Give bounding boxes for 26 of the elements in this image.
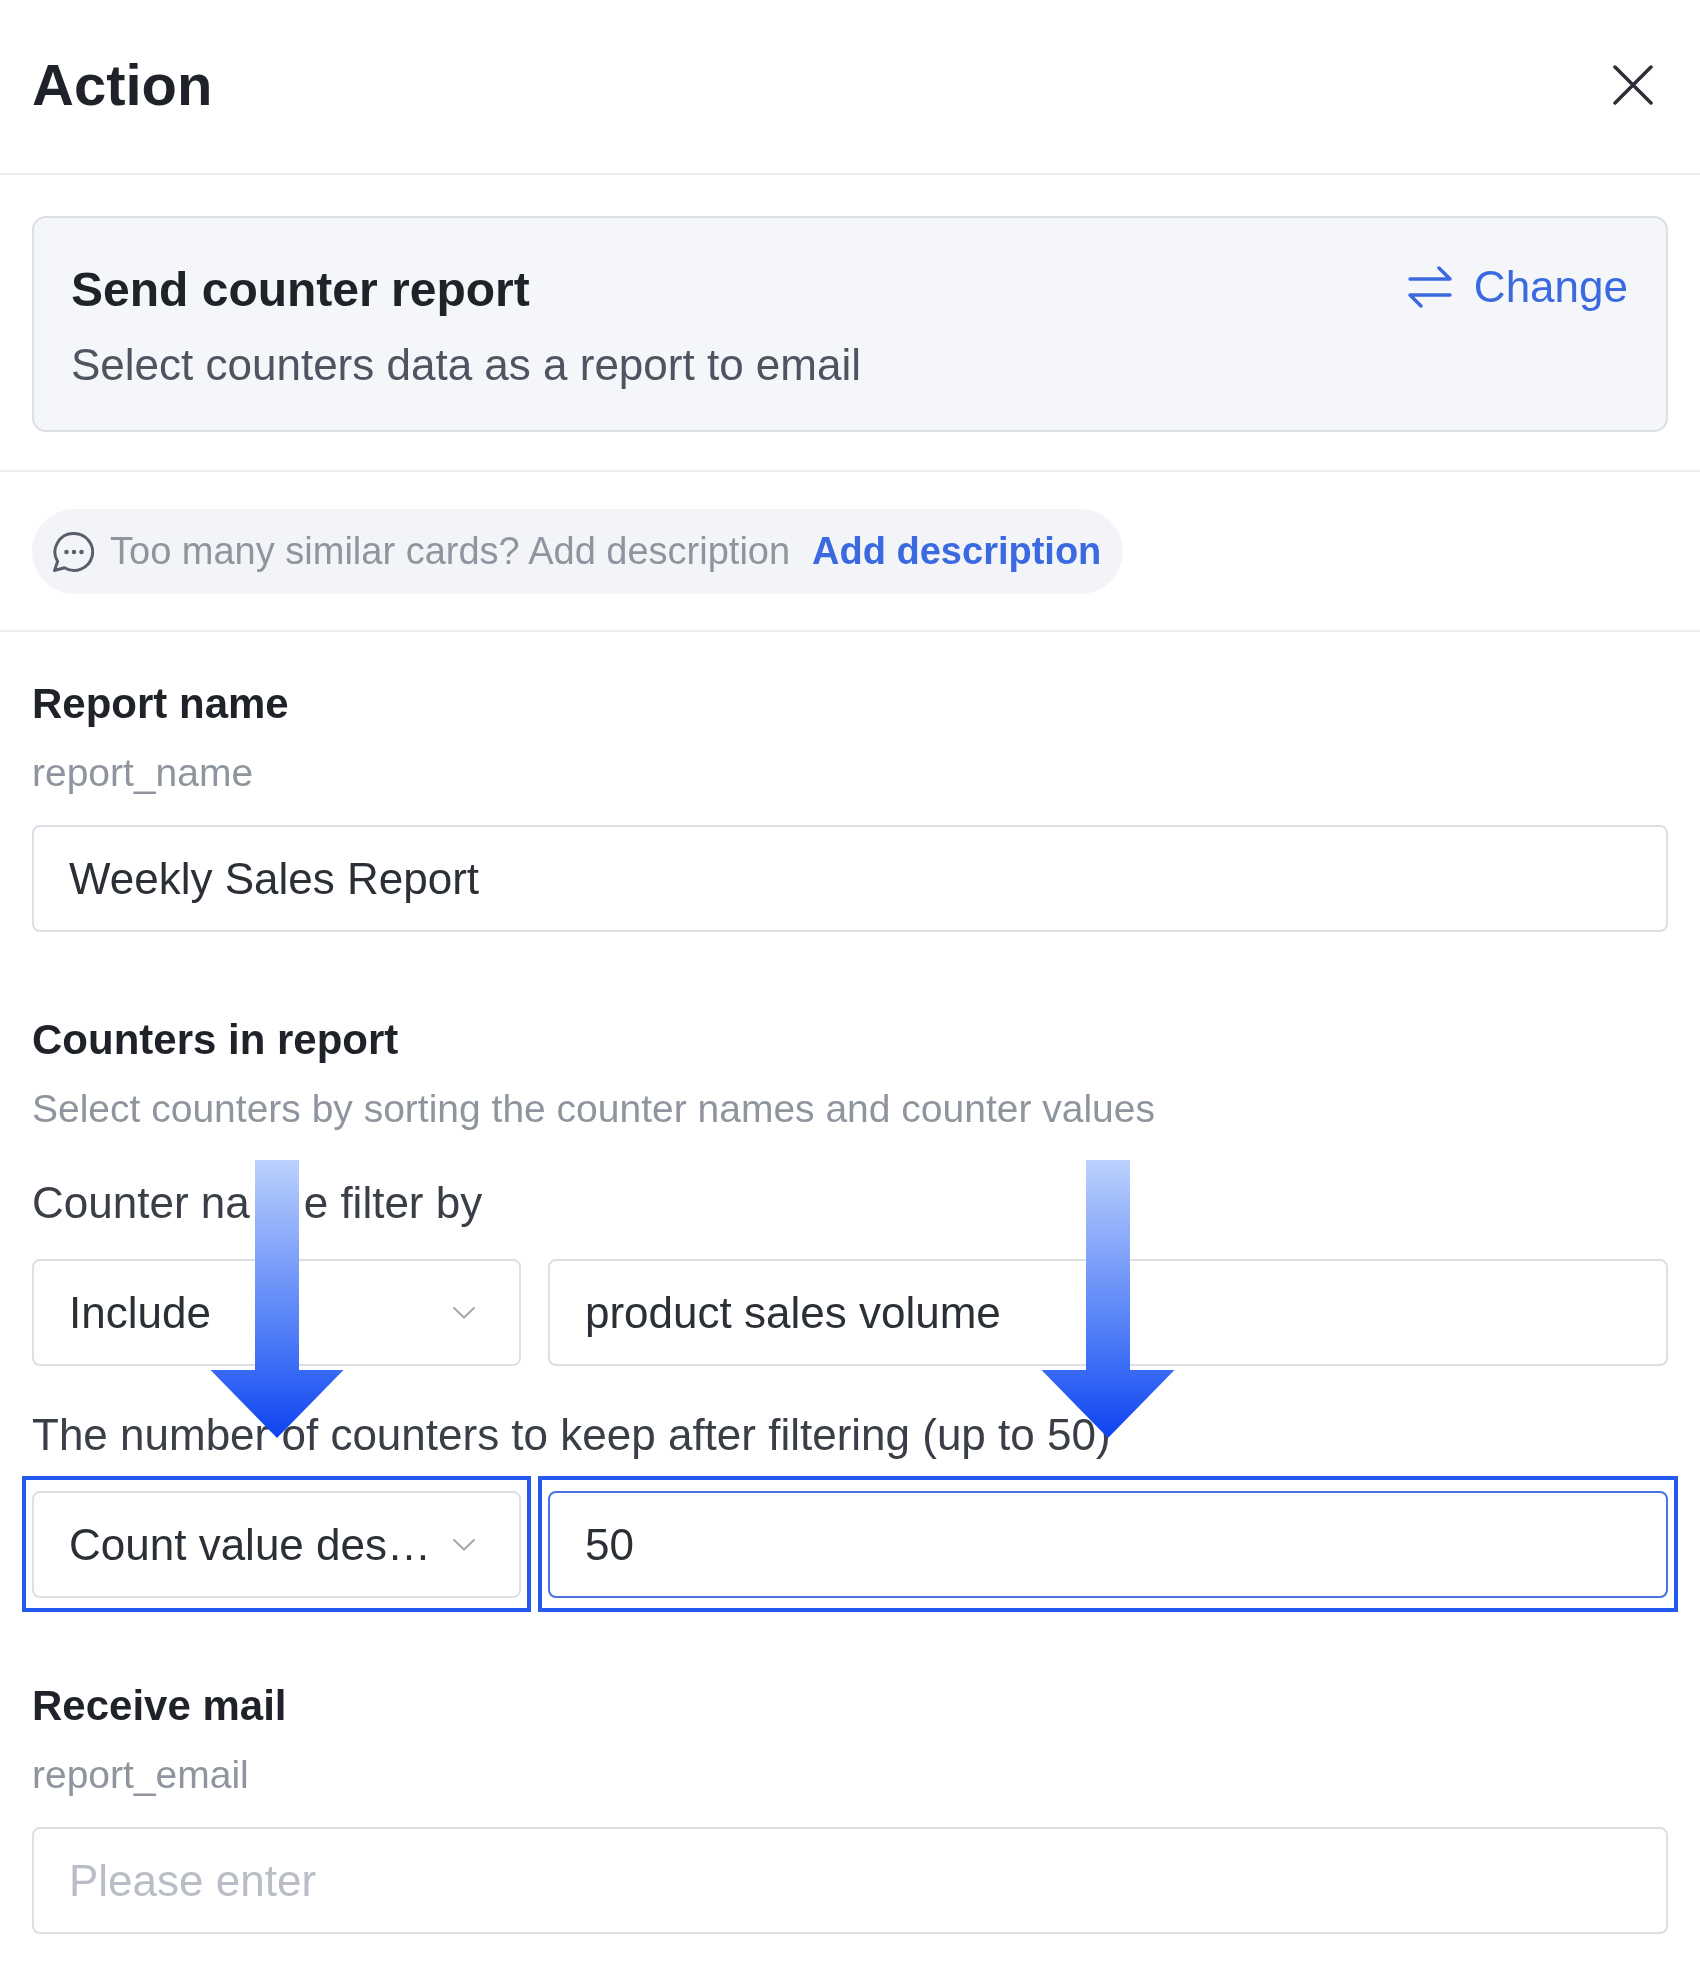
field-label: Report name (32, 679, 290, 729)
card-description: Select counters data as a report to email (71, 339, 861, 391)
text-input[interactable]: 50 (548, 1491, 1668, 1598)
change-link[interactable]: Change (1407, 259, 1628, 315)
row-label: e filter by (303, 1178, 483, 1228)
field-hint: Select counters by sorting the counter names and counter values (32, 1087, 1156, 1131)
select-dropdown[interactable]: Count value des… (32, 1491, 521, 1598)
swap-icon (1407, 266, 1452, 308)
select-dropdown[interactable]: Include (32, 1259, 521, 1366)
text-input[interactable]: product sales volume (548, 1259, 1668, 1366)
field-label: Receive mail (32, 1681, 288, 1731)
field-key: report_email (32, 1753, 1668, 1797)
chevron-down-icon (452, 1306, 476, 1319)
close-button[interactable] (1613, 64, 1653, 105)
hint-text: Too many similar cards? Add description (110, 530, 791, 573)
text-input[interactable]: Please enter (32, 1827, 1668, 1934)
panel-title: Action (32, 50, 213, 119)
field-label: Counters in report (32, 1015, 400, 1065)
field-key: report_name (32, 751, 1668, 795)
close-icon (1613, 64, 1653, 105)
comment-icon (52, 530, 94, 573)
add-description-link[interactable]: Add description (812, 530, 1102, 573)
card-title: Send counter report (71, 262, 531, 318)
chevron-down-icon (452, 1538, 476, 1551)
row-label: Counter na (32, 1178, 250, 1228)
text-input[interactable]: Weekly Sales Report (32, 825, 1668, 932)
